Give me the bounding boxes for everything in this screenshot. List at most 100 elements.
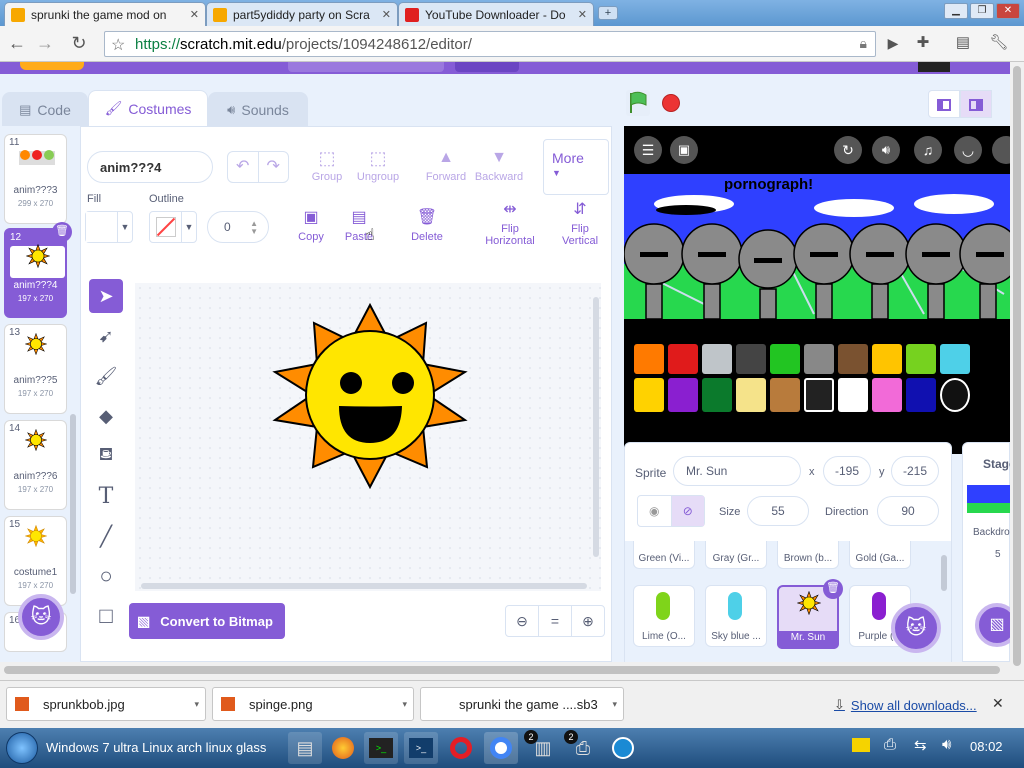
choose-sprite-button[interactable]: 🐱︎: [891, 603, 941, 653]
select-tool[interactable]: ➤: [89, 279, 123, 313]
fill-color-picker[interactable]: ▼: [85, 211, 133, 243]
costume-list[interactable]: 11 anim???3 299 x 270 12 🗑︎ anim???4 197…: [0, 126, 80, 662]
tab-costumes[interactable]: 🖌︎ Costumes: [88, 90, 208, 126]
scratch-logo[interactable]: [20, 62, 84, 70]
sprite-name-input[interactable]: Mr. Sun: [673, 456, 801, 486]
chevron-down-icon[interactable]: ▾: [612, 699, 617, 710]
sprite-tile[interactable]: Brown (b...: [777, 541, 839, 569]
terminal-app-icon[interactable]: >_: [364, 732, 398, 764]
music-note-icon[interactable]: ♫: [914, 136, 942, 164]
browser-tab-part5[interactable]: part5ydiddy party on Scra ✕: [206, 2, 398, 26]
costume-item[interactable]: 11 anim???3 299 x 270: [4, 134, 67, 224]
wrench-menu-icon[interactable]: 🔧︎: [988, 33, 1010, 55]
account-avatar[interactable]: [918, 62, 950, 72]
sprite-tile[interactable]: Gold (Ga...: [849, 541, 911, 569]
zoom-reset-button[interactable]: =: [539, 606, 572, 636]
download-item[interactable]: spinge.png ▾: [212, 687, 414, 721]
char-sun[interactable]: [634, 378, 664, 412]
redo-icon[interactable]: ↷: [259, 152, 289, 182]
char-horned[interactable]: [736, 344, 766, 374]
close-tab-icon[interactable]: ✕: [376, 8, 391, 21]
circle-tool[interactable]: ○: [89, 559, 123, 593]
small-stage-button[interactable]: [928, 90, 960, 118]
file-cabinet-app-icon[interactable]: ▤: [288, 732, 322, 764]
copy-button[interactable]: ▣ Copy: [291, 209, 331, 243]
page-vertical-scrollbar[interactable]: [1010, 62, 1024, 680]
char-gold[interactable]: [872, 344, 902, 374]
flip-vertical-button[interactable]: ⇵ Flip Vertical: [551, 201, 609, 247]
char-pink[interactable]: [872, 378, 902, 412]
play-extension-icon[interactable]: ▶: [882, 33, 904, 55]
char-yellow[interactable]: [736, 378, 766, 412]
y-input[interactable]: -215: [891, 456, 939, 486]
ungroup-button[interactable]: ⬚ Ungroup: [353, 149, 403, 183]
char-black[interactable]: [804, 378, 834, 412]
costume-item[interactable]: 14 anim???6 197 x 270: [4, 420, 67, 510]
project-title-field[interactable]: [288, 62, 444, 72]
frame-icon[interactable]: ▣: [670, 136, 698, 164]
char-white[interactable]: [838, 378, 868, 412]
network-tray-icon[interactable]: ⇆: [914, 736, 927, 754]
reload-icon[interactable]: ↻: [68, 33, 90, 55]
flip-horizontal-button[interactable]: ⇹ Flip Horizontal: [481, 201, 539, 247]
zoom-out-icon[interactable]: ⊖: [506, 606, 539, 636]
lock-icon[interactable]: 🔒︎: [860, 35, 867, 52]
outline-width-stepper[interactable]: 0 ▲ ▼: [207, 211, 269, 243]
mail-tray-icon[interactable]: [852, 738, 870, 752]
char-lime[interactable]: [906, 344, 936, 374]
more-menu-button[interactable]: More ▼: [543, 139, 609, 195]
address-bar[interactable]: ☆ https://scratch.mit.edu/projects/10942…: [104, 31, 876, 57]
group-button[interactable]: ⬚ Group: [307, 149, 347, 183]
canvas-vertical-scrollbar[interactable]: [593, 297, 599, 557]
stepper-arrows-icon[interactable]: ▲ ▼: [250, 220, 258, 236]
browser-tab-youtube-downloader[interactable]: YouTube Downloader - Do ✕: [398, 2, 594, 26]
tab-sounds[interactable]: 🔊︎ Sounds: [208, 92, 308, 126]
char-purple[interactable]: [668, 378, 698, 412]
char-gray2[interactable]: [804, 344, 834, 374]
forward-icon[interactable]: →: [34, 33, 56, 55]
choose-costume-button[interactable]: 🐱︎: [18, 594, 64, 640]
show-all-downloads-link[interactable]: ⇩ Show all downloads...: [834, 697, 977, 713]
sprite-tile-mr-sun[interactable]: 🗑︎ Mr. Sun: [777, 579, 843, 649]
clock[interactable]: 08:02: [970, 739, 1003, 754]
char-tree[interactable]: [702, 378, 732, 412]
char-blue[interactable]: [906, 378, 936, 412]
char-flower[interactable]: [770, 344, 800, 374]
undo-icon[interactable]: ↶: [228, 152, 259, 182]
new-tab-button[interactable]: +: [598, 6, 618, 20]
archive-app-icon[interactable]: ▥: [526, 732, 560, 764]
sprite-tile[interactable]: Gray (Gr...: [705, 541, 767, 569]
share-button[interactable]: [455, 62, 519, 72]
tab-code[interactable]: ▤ Code: [2, 92, 88, 126]
paint-canvas[interactable]: [135, 283, 601, 591]
printer-tray-icon[interactable]: ⎙: [884, 736, 896, 753]
download-item[interactable]: sprunki the game ....sb3 ▾: [420, 687, 624, 721]
char-skyblue[interactable]: [940, 344, 970, 374]
green-flag-icon[interactable]: [626, 90, 650, 116]
page-menu-icon[interactable]: ▤: [952, 33, 974, 55]
x-input[interactable]: -195: [823, 456, 871, 486]
reshape-tool[interactable]: ➹: [89, 319, 123, 353]
close-downloads-icon[interactable]: ✕: [992, 695, 1004, 712]
text-tool[interactable]: T: [89, 479, 123, 513]
canvas-horizontal-scrollbar[interactable]: [141, 583, 587, 589]
sprite-tile-skyblue[interactable]: Sky blue ...: [705, 585, 767, 647]
size-input[interactable]: 55: [747, 496, 809, 526]
char-hat[interactable]: [770, 378, 800, 412]
costume-name-input[interactable]: anim???4: [87, 151, 213, 183]
chevron-down-icon[interactable]: ▾: [194, 699, 199, 710]
costume-item[interactable]: 13 anim???5 197 x 270: [4, 324, 67, 414]
normal-stage-button[interactable]: [960, 90, 992, 118]
sprite-list[interactable]: Green (Vi... Gray (Gr... Brown (b... Gol…: [625, 541, 951, 663]
chrome-app-icon[interactable]: [484, 732, 518, 764]
volume-icon[interactable]: 🔊︎: [872, 136, 900, 164]
stage-target-pane[interactable]: Stage Backdrop 5 ▧: [962, 442, 1019, 662]
stop-icon[interactable]: [662, 94, 680, 112]
close-tab-icon[interactable]: ✕: [184, 8, 199, 21]
convert-to-bitmap-button[interactable]: ▧ Convert to Bitmap: [129, 603, 285, 639]
character-palette[interactable]: [634, 344, 974, 412]
char-brown[interactable]: [838, 344, 868, 374]
rectangle-tool[interactable]: □: [89, 599, 123, 633]
costume-item-selected[interactable]: 12 🗑︎ anim???4 197 x 270: [4, 222, 72, 318]
close-window-button[interactable]: ✕: [996, 3, 1020, 19]
